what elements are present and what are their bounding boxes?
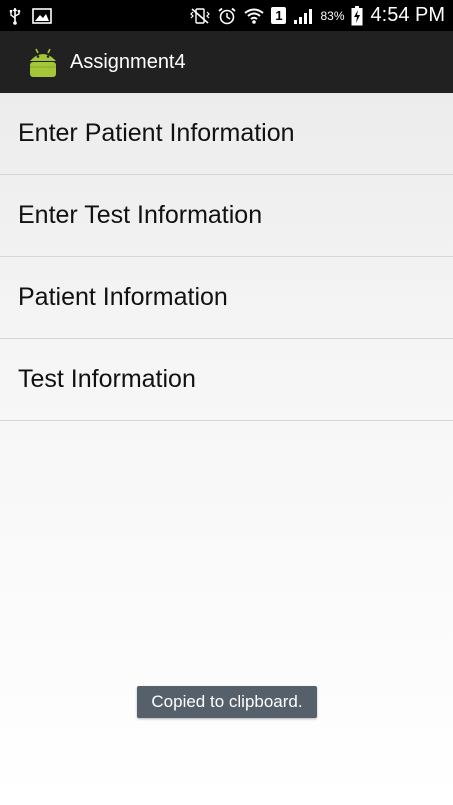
battery-icon: [351, 5, 363, 26]
clock: 4:54 PM: [370, 4, 445, 26]
action-bar: Assignment4: [0, 31, 453, 93]
wifi-icon: [243, 7, 265, 25]
sim-icon: 1: [271, 7, 287, 24]
list-item-label: Patient Information: [18, 283, 228, 311]
vibrate-icon: [189, 7, 211, 25]
list-item-test-information[interactable]: Test Information: [0, 339, 453, 421]
list-item-enter-test-information[interactable]: Enter Test Information: [0, 175, 453, 257]
android-icon[interactable]: [26, 45, 60, 79]
list-item-enter-patient-information[interactable]: Enter Patient Information: [0, 93, 453, 175]
status-bar: 1 83% 4:54 PM: [0, 0, 453, 31]
signal-icon: [292, 7, 314, 25]
list-item-label: Enter Patient Information: [18, 119, 295, 147]
list-item-patient-information[interactable]: Patient Information: [0, 257, 453, 339]
app-title: Assignment4: [70, 50, 186, 73]
battery-percent: 83%: [320, 8, 345, 23]
list-item-label: Enter Test Information: [18, 201, 263, 229]
image-icon: [32, 7, 52, 24]
list-item-label: Test Information: [18, 365, 196, 393]
alarm-icon: [217, 7, 237, 25]
status-bar-right: 1 83% 4:54 PM: [189, 4, 445, 27]
usb-icon: [8, 7, 22, 25]
toast-message: Copied to clipboard.: [137, 686, 317, 718]
status-bar-left: [8, 7, 52, 25]
